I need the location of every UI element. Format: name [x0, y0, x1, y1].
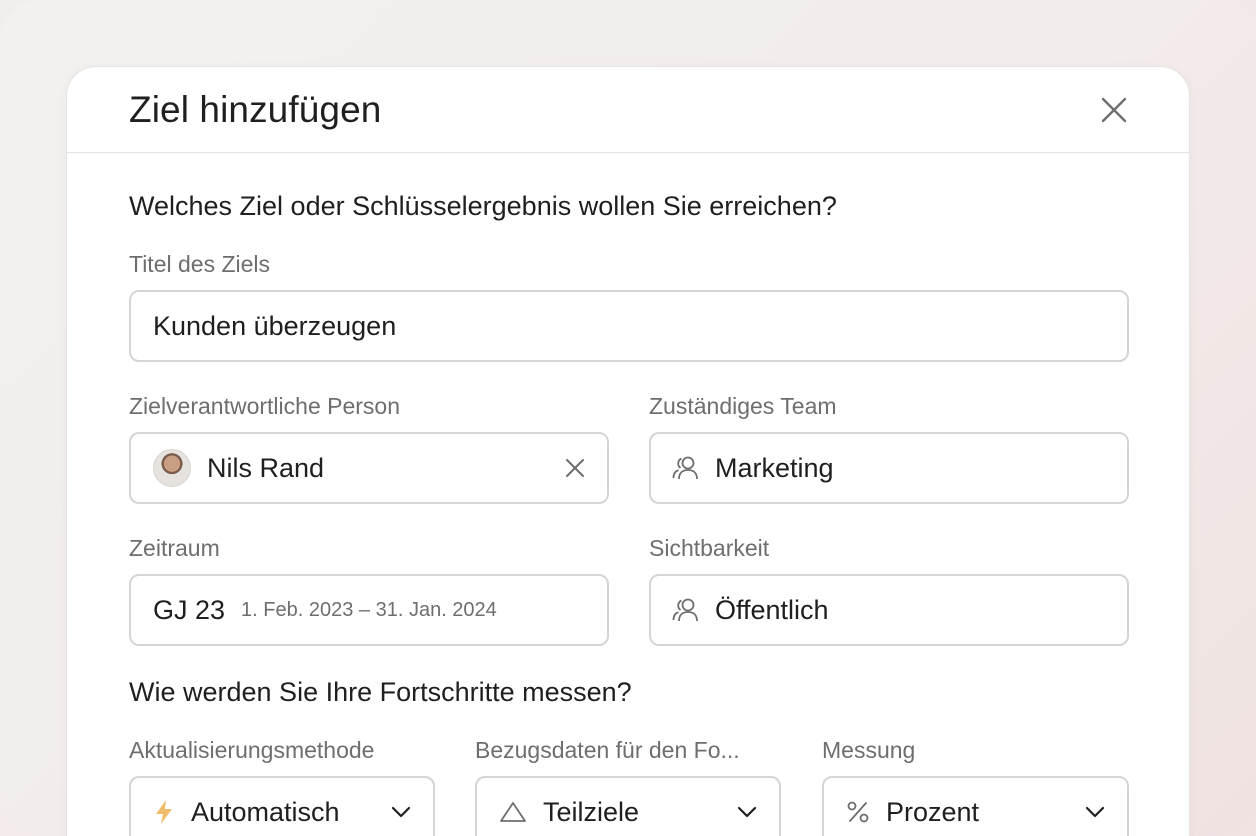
- dialog-header: Ziel hinzufügen: [67, 67, 1189, 153]
- team-value: Marketing: [715, 452, 834, 483]
- period-label: Zeitraum: [129, 535, 220, 561]
- measurement-select[interactable]: Prozent: [822, 776, 1129, 836]
- triangle-icon: [499, 800, 527, 824]
- progress-source-select[interactable]: Teilziele: [475, 776, 781, 836]
- goal-section-heading: Welches Ziel oder Schlüsselergebnis woll…: [129, 191, 837, 221]
- goal-title-value: Kunden überzeugen: [153, 310, 397, 341]
- people-icon: [671, 455, 701, 481]
- period-range: 1. Feb. 2023 – 31. Jan. 2024: [241, 598, 497, 621]
- team-label: Zuständiges Team: [649, 393, 837, 419]
- owner-label: Zielverantwortliche Person: [129, 393, 401, 419]
- measurement-label: Messung: [822, 737, 916, 763]
- period-field[interactable]: GJ 23 1. Feb. 2023 – 31. Jan. 2024: [129, 574, 609, 646]
- lightning-icon: [153, 799, 175, 825]
- progress-source-value: Teilziele: [543, 796, 640, 827]
- goal-title-label: Titel des Ziels: [129, 251, 271, 277]
- period-value: GJ 23: [153, 594, 226, 625]
- chevron-down-icon: [737, 806, 757, 818]
- add-goal-dialog: Ziel hinzufügen Welches Ziel oder Schlüs…: [66, 66, 1190, 836]
- visibility-field[interactable]: Öffentlich: [649, 574, 1129, 646]
- update-method-label: Aktualisierungsmethode: [129, 737, 375, 763]
- visibility-label: Sichtbarkeit: [649, 535, 770, 561]
- dialog-title: Ziel hinzufügen: [129, 89, 382, 130]
- clear-owner-icon[interactable]: [565, 458, 585, 478]
- chevron-down-icon: [1085, 806, 1105, 818]
- measurement-value: Prozent: [886, 796, 980, 827]
- chevron-down-icon: [391, 806, 411, 818]
- owner-value: Nils Rand: [207, 452, 325, 483]
- team-field[interactable]: Marketing: [649, 432, 1129, 504]
- people-icon: [671, 597, 701, 623]
- progress-source-label: Bezugsdaten für den Fo...: [475, 737, 740, 763]
- visibility-value: Öffentlich: [715, 594, 829, 625]
- close-button[interactable]: [1097, 93, 1131, 127]
- goal-title-input[interactable]: Kunden überzeugen: [129, 290, 1129, 362]
- update-method-value: Automatisch: [191, 796, 340, 827]
- progress-section-heading: Wie werden Sie Ihre Fortschritte messen?: [129, 677, 632, 707]
- owner-field[interactable]: Nils Rand: [129, 432, 609, 504]
- avatar: [153, 449, 191, 487]
- percent-icon: [846, 800, 870, 824]
- update-method-select[interactable]: Automatisch: [129, 776, 435, 836]
- close-icon: [1101, 97, 1127, 123]
